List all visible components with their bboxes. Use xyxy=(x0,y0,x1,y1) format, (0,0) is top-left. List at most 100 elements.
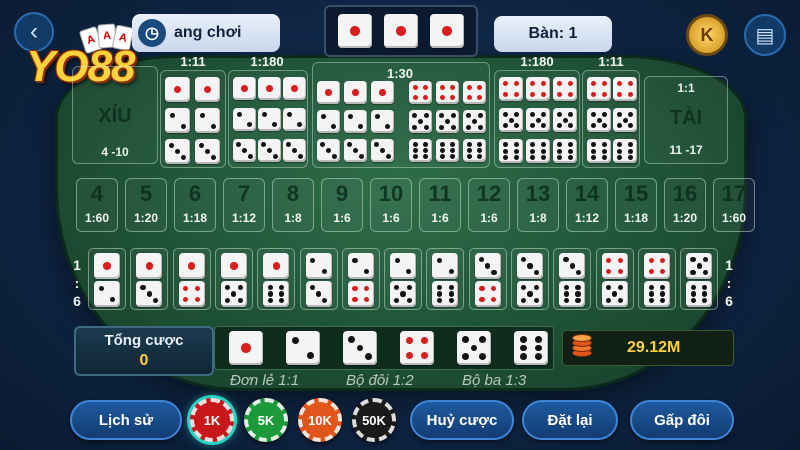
bet-big-zone[interactable]: 1:1 TÀI 11 -17 xyxy=(644,76,728,164)
die-pip xyxy=(231,291,237,297)
double-left-ratio: 1:11 xyxy=(180,54,206,69)
chip-1k[interactable]: 1K xyxy=(190,398,234,442)
combo-bet-4-6[interactable] xyxy=(637,248,676,310)
reset-button[interactable]: Đặt lại xyxy=(522,400,618,440)
die-pip xyxy=(530,81,536,87)
die-pip xyxy=(503,81,509,87)
combo-bet-2-4[interactable] xyxy=(341,248,380,310)
combo-bet-1-5[interactable] xyxy=(214,248,253,310)
die-pip xyxy=(225,297,231,303)
combo-bet-3-4[interactable] xyxy=(468,248,507,310)
triple-6-die xyxy=(553,139,577,163)
single-bet-5[interactable] xyxy=(449,330,499,366)
chat-button[interactable]: ▤ xyxy=(744,14,786,56)
sum-bet-5[interactable]: 5 1:20 xyxy=(125,178,167,232)
die-pip xyxy=(267,284,274,290)
single-bet-4[interactable] xyxy=(392,330,442,366)
sum-bet-15[interactable]: 15 1:18 xyxy=(615,178,657,232)
die-pip xyxy=(648,291,654,297)
chip-10k[interactable]: 10K xyxy=(298,398,342,442)
die-pip xyxy=(648,284,654,290)
combo-bet-1-3[interactable] xyxy=(130,248,169,310)
die-pip xyxy=(310,257,316,263)
sum-bet-9[interactable]: 9 1:6 xyxy=(321,178,363,232)
die-pip xyxy=(702,298,708,304)
sum-number: 7 xyxy=(237,181,251,206)
single-bet-3[interactable] xyxy=(335,330,385,366)
history-button[interactable]: Lịch sử xyxy=(70,400,182,440)
coin-button[interactable]: K xyxy=(686,14,728,56)
die-pip xyxy=(627,81,633,87)
die-pip xyxy=(439,95,445,101)
sum-bet-17[interactable]: 17 1:60 xyxy=(713,178,755,232)
bet-small-zone[interactable]: XỈU 4 -10 xyxy=(72,66,158,164)
bet-triple-left-zone[interactable] xyxy=(228,70,308,168)
combo-bet-2-5[interactable] xyxy=(384,248,423,310)
die-pip xyxy=(567,154,573,160)
double-1-die-a xyxy=(165,77,190,102)
die-pip xyxy=(437,291,443,297)
combo-bet-2-3[interactable] xyxy=(299,248,338,310)
triple-3-die xyxy=(283,139,306,162)
triple-2-die xyxy=(258,108,281,131)
die-pip xyxy=(374,113,380,119)
single-bet-6[interactable] xyxy=(506,330,556,366)
chip-5k[interactable]: 5K xyxy=(244,398,288,442)
sum-bet-8[interactable]: 8 1:8 xyxy=(272,178,314,232)
chip-50k[interactable]: 50K xyxy=(352,398,396,442)
combo-bet-1-6[interactable] xyxy=(257,248,296,310)
pair-ratio-top: 1 xyxy=(73,257,81,273)
any-triple-5-die xyxy=(463,110,486,133)
combo-bet-3-5[interactable] xyxy=(511,248,549,310)
single-bet-1[interactable] xyxy=(221,330,271,366)
die-pip xyxy=(520,335,527,343)
sum-bet-6[interactable]: 6 1:18 xyxy=(174,178,216,232)
game-guide-button[interactable]: ◷ ang chơi xyxy=(132,14,280,52)
table-number-button[interactable]: Bàn: 1 xyxy=(494,16,612,52)
die-pip xyxy=(450,84,456,90)
combo-bet-4-5[interactable] xyxy=(595,248,634,310)
sum-odds: 1:18 xyxy=(623,211,649,225)
sum-bet-7[interactable]: 7 1:12 xyxy=(223,178,265,232)
combo-bet-2-6[interactable] xyxy=(426,248,465,310)
die-pip xyxy=(442,26,452,36)
sum-bet-14[interactable]: 14 1:12 xyxy=(566,178,608,232)
bet-triple-right-zone[interactable] xyxy=(494,70,580,168)
sum-bet-12[interactable]: 12 1:6 xyxy=(468,178,510,232)
combo-bet-1-4[interactable] xyxy=(172,248,211,310)
die-pip xyxy=(247,122,253,128)
die-pip xyxy=(272,153,278,159)
double-bet-button[interactable]: Gấp đôi xyxy=(630,400,734,440)
die-pip xyxy=(462,352,470,360)
die-pip xyxy=(450,113,456,119)
single-bet-2[interactable] xyxy=(278,330,328,366)
triple-4-die xyxy=(553,77,577,101)
die-pip xyxy=(477,113,483,119)
sum-bet-13[interactable]: 13 1:8 xyxy=(517,178,559,232)
sum-odds: 1:60 xyxy=(721,211,747,225)
die-pip xyxy=(423,95,429,101)
cancel-bet-button[interactable]: Huỷ cược xyxy=(410,400,514,440)
sum-bet-16[interactable]: 16 1:20 xyxy=(664,178,706,232)
sum-bet-11[interactable]: 11 1:6 xyxy=(419,178,461,232)
pair-ratio-left: 1 : 6 xyxy=(70,256,84,310)
die-pip xyxy=(331,124,337,130)
sum-bet-4[interactable]: 4 1:60 xyxy=(76,178,118,232)
die-pip xyxy=(557,148,563,154)
combo-bet-1-2[interactable] xyxy=(88,248,126,310)
die-pip xyxy=(690,257,696,263)
bet-double-left-zone[interactable] xyxy=(160,70,226,168)
combo-bet-5-6[interactable] xyxy=(680,248,719,310)
combo-bet-3-6[interactable] xyxy=(553,248,592,310)
die-pip xyxy=(352,257,358,263)
die-pip xyxy=(479,285,485,291)
result-die xyxy=(430,14,464,48)
die-pip xyxy=(423,148,429,153)
die-pip xyxy=(412,153,418,159)
bet-any-triple-zone[interactable] xyxy=(312,62,490,168)
sum-bet-10[interactable]: 10 1:6 xyxy=(370,178,412,232)
die-pip xyxy=(618,297,624,303)
bet-double-right-zone[interactable] xyxy=(582,70,640,168)
die-pip xyxy=(591,81,597,87)
die-pip xyxy=(175,149,180,154)
